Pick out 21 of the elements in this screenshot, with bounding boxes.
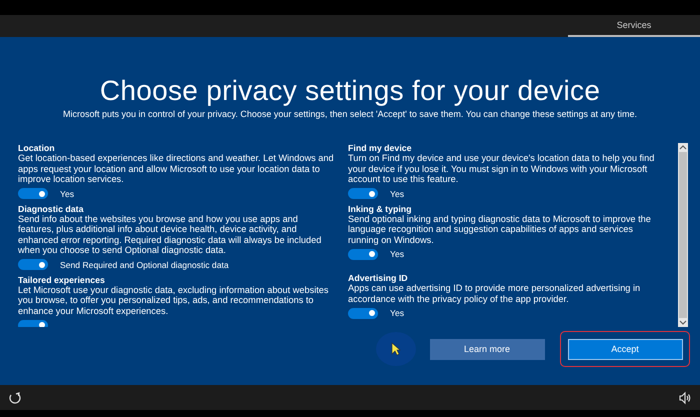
setting-title: Location bbox=[18, 143, 56, 153]
learn-more-button[interactable]: Learn more bbox=[430, 338, 544, 360]
toggle-label: Yes bbox=[390, 188, 404, 198]
setting-description: Send info about the websites you browse and how you use apps and features, plus additional info about device health, device activity, and enhanced error reporting. Required diagnostic data will always be included when you choose to send Optional diagnostic data. bbox=[18, 214, 322, 256]
page-heading: Choose privacy settings for your device bbox=[100, 75, 600, 107]
accept-button[interactable]: Accept bbox=[568, 338, 682, 360]
toggle-label: Yes bbox=[390, 308, 404, 318]
setting-description: Turn on Find my device and use your device's location data to help you find your device if you lose it. You must sign in to Windows with your Microsoft account to use this feature. bbox=[348, 153, 656, 184]
setting-title: Advertising ID bbox=[348, 273, 409, 283]
setting-title: Diagnostic data bbox=[18, 204, 84, 214]
setting-description: Apps can use advertising ID to provide more personalized advertising in accordance with the privacy policy of the app provider. bbox=[348, 283, 642, 304]
toggle-label: Send Required and Optional diagnostic data bbox=[60, 260, 229, 270]
setting-description: Send optional inking and typing diagnostic data to Microsoft to improve the language recognition and suggestion capabilities of apps and services running on Windows. bbox=[348, 214, 652, 245]
toggle-label: Yes bbox=[60, 188, 74, 198]
toggle-label: Yes bbox=[390, 249, 404, 259]
intro-text: Microsoft puts you in control of your privacy. Choose your settings, then select 'Accept' to save them. You can change these settings at any time. bbox=[62, 109, 638, 120]
setting-title: Tailored experiences bbox=[18, 274, 106, 284]
setting-description: Get location-based experiences like directions and weather. Let Windows and apps request your location and allow Microsoft to use your location data to improve location services. bbox=[18, 153, 335, 184]
setting-description: Let Microsoft use your diagnostic data, excluding information about websites you browse, to offer you personalized tips, ads, and recommendations to enhance your Microsoft experiences. bbox=[18, 284, 330, 316]
setting-title: Find my device bbox=[348, 143, 413, 153]
setting-title: Inking & typing bbox=[348, 204, 412, 214]
